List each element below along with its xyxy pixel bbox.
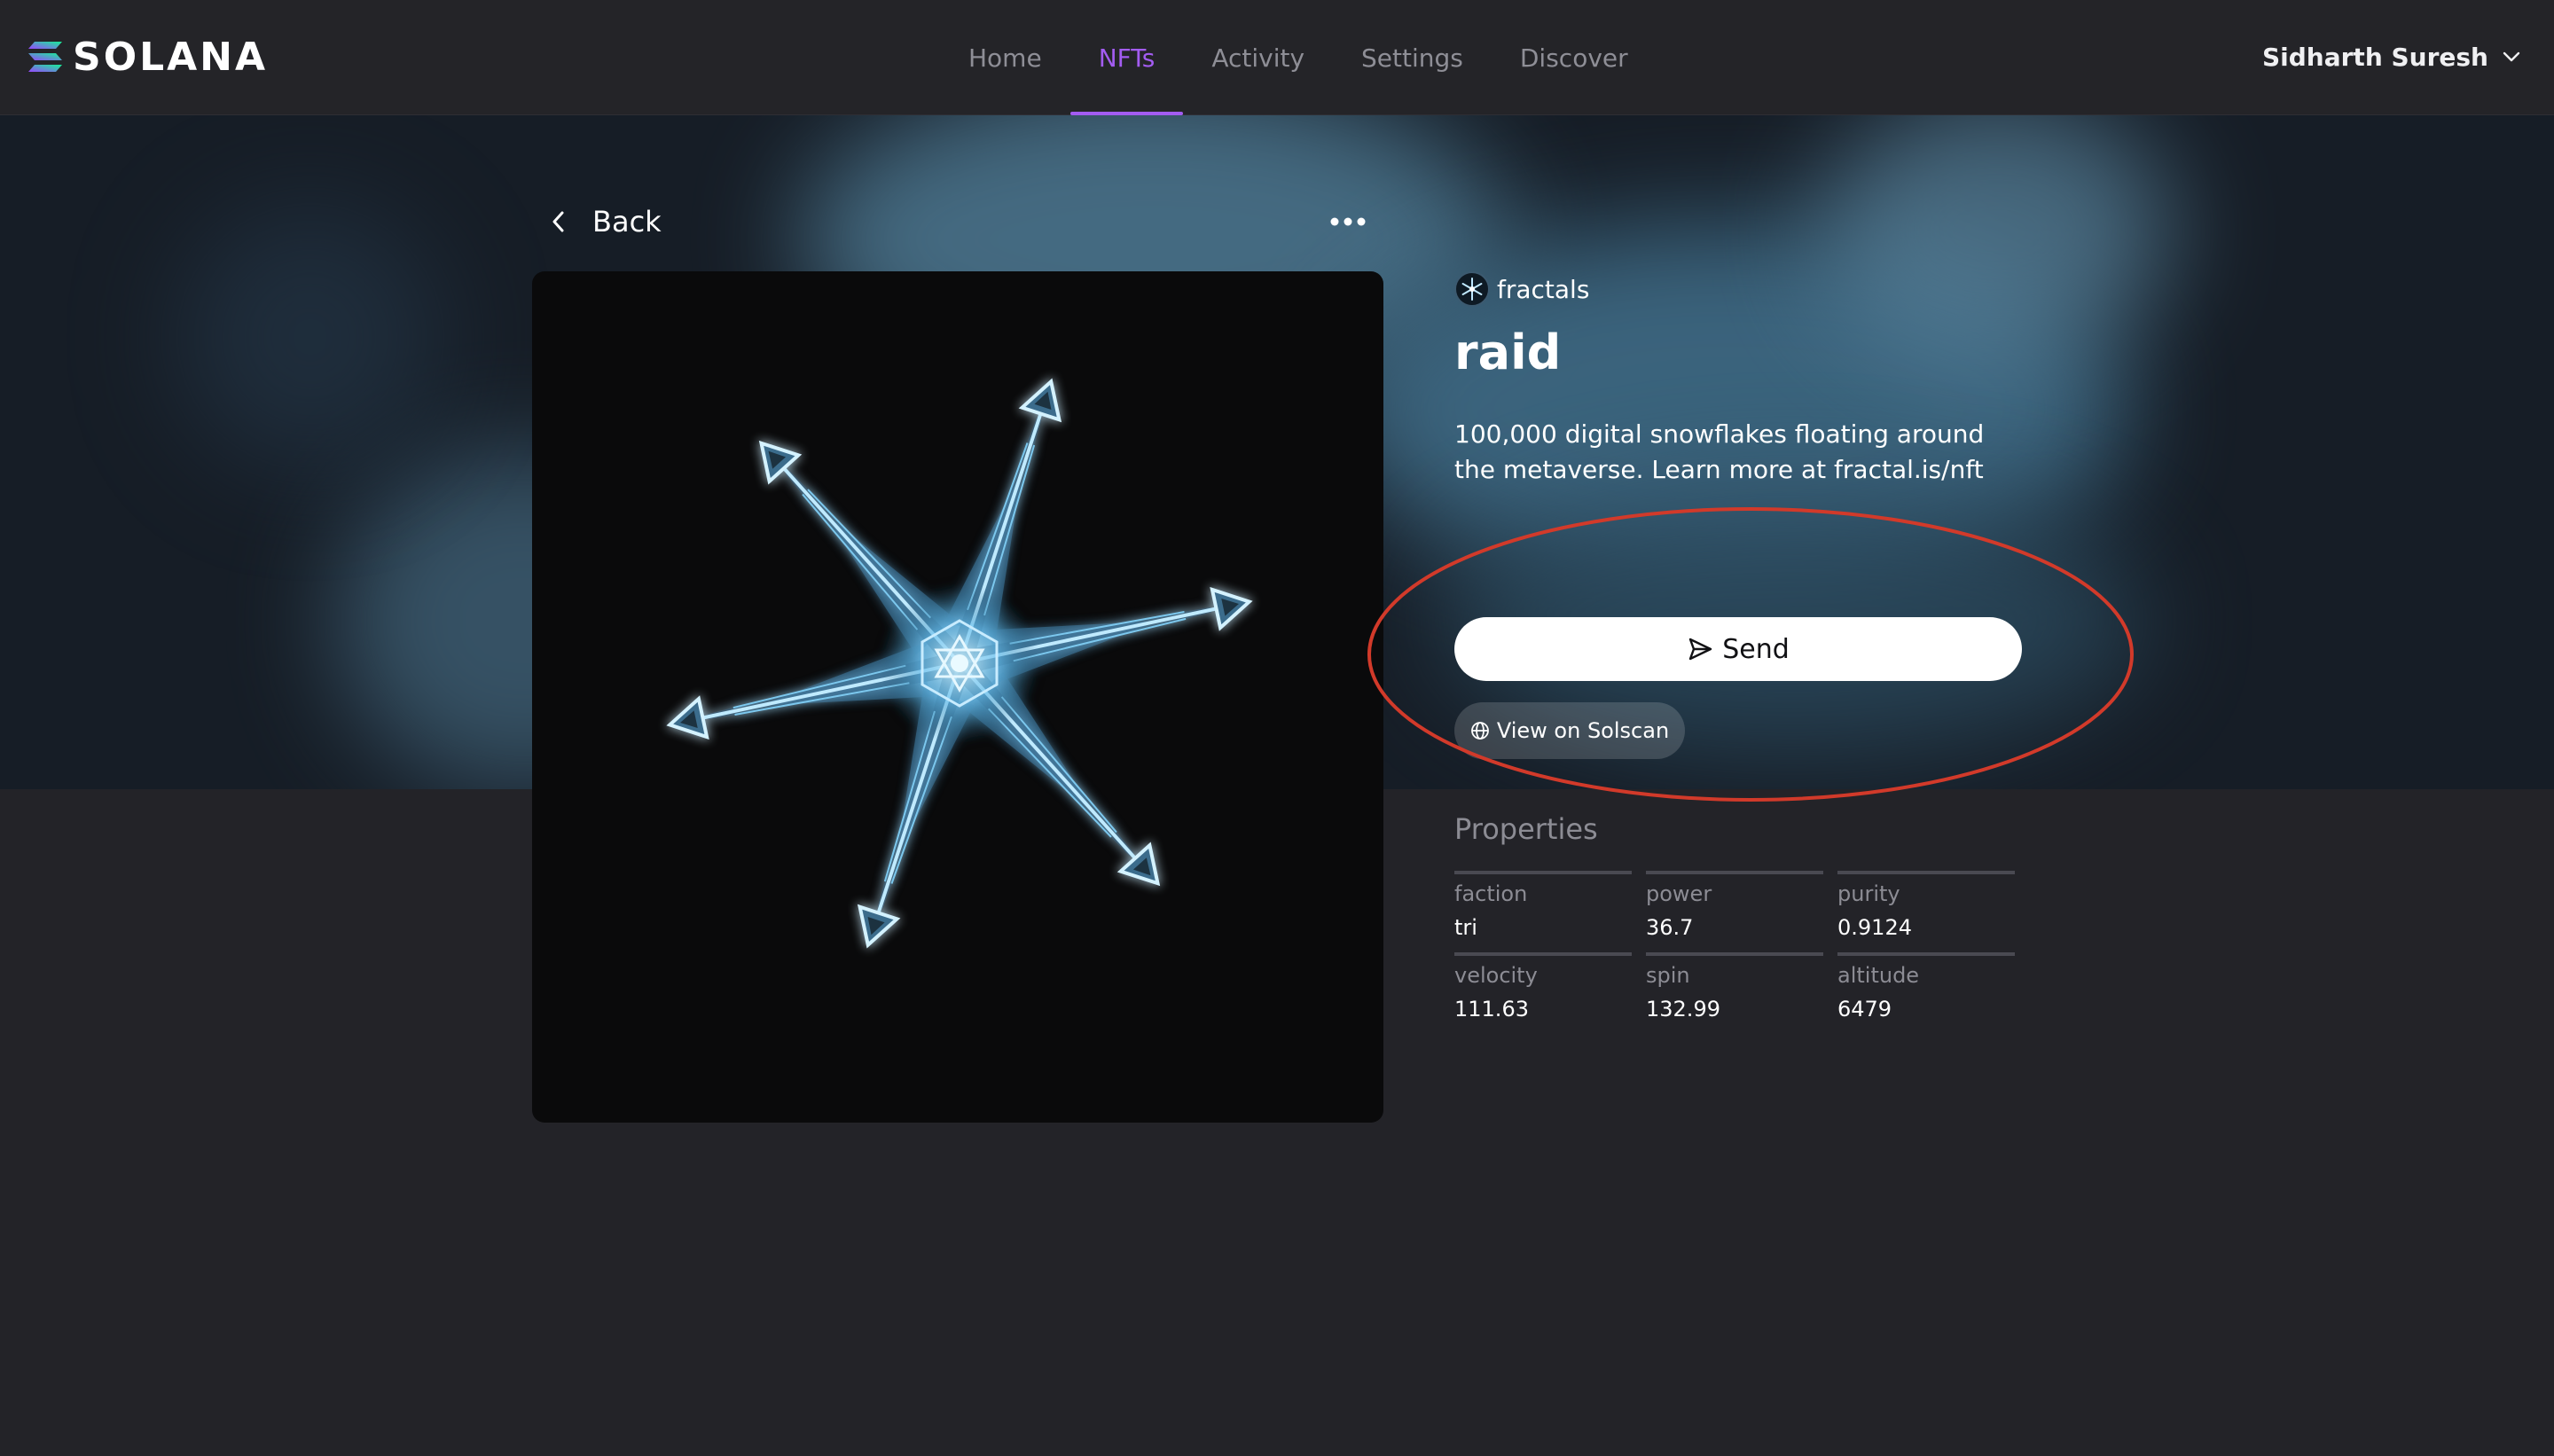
view-on-solscan-button[interactable]: View on Solscan	[1454, 702, 1685, 759]
user-menu[interactable]: Sidharth Suresh	[2262, 35, 2522, 78]
collection-link[interactable]: fractals	[1454, 271, 1589, 307]
nav-nfts[interactable]: NFTs	[1069, 0, 1184, 115]
collection-name: fractals	[1497, 274, 1590, 304]
properties-heading: Properties	[1454, 812, 1598, 846]
property-velocity: velocity 111.63	[1454, 952, 1632, 1027]
top-bar: SOLANA Home NFTs Activity Settings Disco…	[0, 0, 2554, 115]
property-key: altitude	[1837, 963, 1920, 988]
property-faction: faction tri	[1454, 871, 1632, 945]
collection-avatar	[1454, 271, 1490, 307]
property-key: power	[1646, 881, 1712, 906]
property-key: purity	[1837, 881, 1900, 906]
nav-discover[interactable]: Discover	[1492, 0, 1657, 115]
property-power: power 36.7	[1646, 871, 1823, 945]
nav-home[interactable]: Home	[940, 0, 1070, 115]
property-value: 6479	[1837, 997, 1892, 1022]
property-key: velocity	[1454, 963, 1538, 988]
snowflake-icon	[1461, 278, 1483, 301]
chevron-down-icon	[2503, 51, 2520, 62]
nft-description: 100,000 digital snowflakes floating arou…	[1454, 419, 1985, 484]
solana-logo[interactable]: SOLANA	[28, 35, 268, 80]
more-horizontal-icon	[1330, 217, 1366, 226]
property-purity: purity 0.9124	[1837, 871, 2015, 945]
properties-grid: faction tri power 36.7 purity 0.9124 vel…	[1454, 871, 2018, 1027]
property-value: 132.99	[1646, 997, 1720, 1022]
property-altitude: altitude 6479	[1837, 952, 2015, 1027]
solana-logo-icon	[28, 42, 62, 72]
send-button[interactable]: Send	[1454, 617, 2022, 681]
send-icon	[1689, 638, 1712, 661]
back-button[interactable]: Back	[550, 202, 662, 241]
user-name: Sidharth Suresh	[2261, 42, 2488, 72]
brand-name: SOLANA	[73, 34, 269, 80]
property-value: 36.7	[1646, 915, 1694, 940]
nav-settings[interactable]: Settings	[1333, 0, 1492, 115]
nft-image	[532, 271, 1383, 1123]
property-key: faction	[1454, 881, 1528, 906]
more-options-button[interactable]	[1327, 209, 1369, 234]
nav-activity[interactable]: Activity	[1183, 0, 1333, 115]
property-value: tri	[1454, 915, 1477, 940]
globe-icon	[1470, 722, 1489, 740]
send-label: Send	[1722, 633, 1790, 665]
property-key: spin	[1646, 963, 1690, 988]
main-nav: Home NFTs Activity Settings Discover	[940, 0, 1657, 115]
back-label: Back	[592, 205, 662, 239]
property-spin: spin 132.99	[1646, 952, 1823, 1027]
property-value: 0.9124	[1837, 915, 1912, 940]
solscan-label: View on Solscan	[1496, 718, 1670, 743]
nft-title: raid	[1454, 325, 1562, 380]
snowflake-fractal-image	[662, 372, 1257, 955]
property-value: 111.63	[1454, 997, 1529, 1022]
chevron-left-icon	[552, 211, 564, 232]
